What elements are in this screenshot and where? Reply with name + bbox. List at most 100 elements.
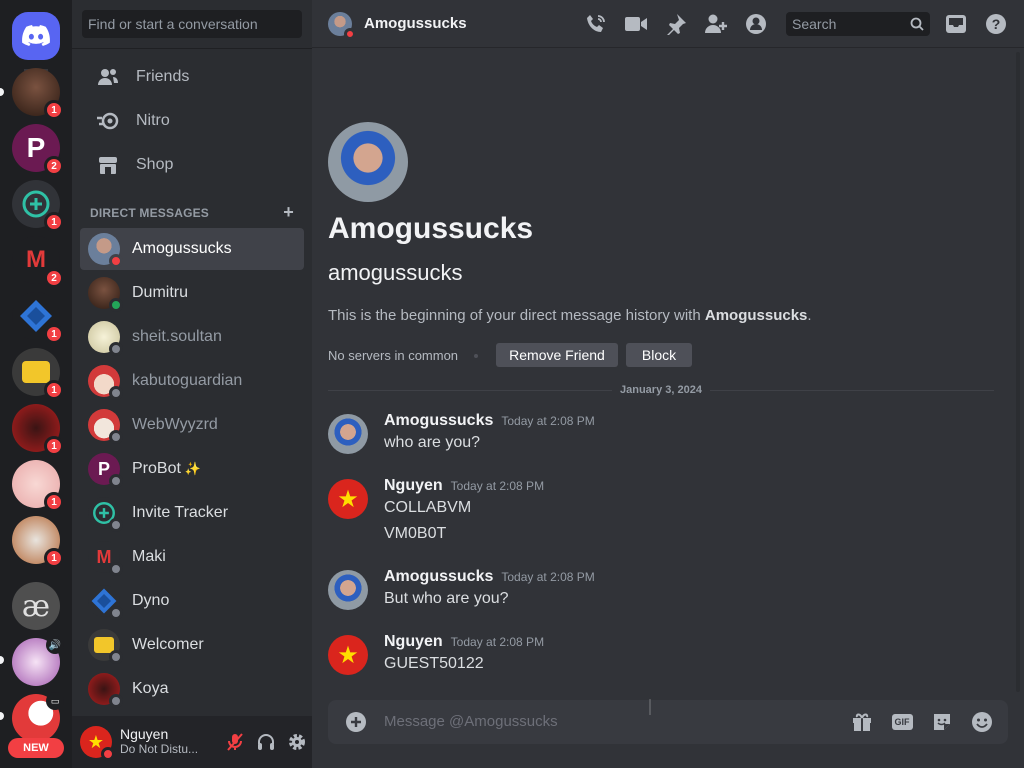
nav-shop[interactable]: Shop [80, 144, 304, 186]
server-1-button[interactable]: 1 [12, 68, 64, 120]
nitro-icon [92, 105, 124, 137]
server-rail: 1 P2 1 M2 1 1 1 1 1 æ 🔊 ▭ NEW [0, 0, 72, 768]
mute-mic-button[interactable] [220, 726, 251, 758]
server-ae-button[interactable]: æ [12, 582, 60, 630]
avatar [88, 673, 123, 708]
pinned-messages-button[interactable] [664, 12, 688, 36]
remove-friend-button[interactable]: Remove Friend [496, 343, 618, 367]
user-profile-toggle[interactable] [744, 12, 768, 36]
message-composer: Message @Amogussucks GIF [328, 700, 1008, 744]
dm-item-kabutoguardian[interactable]: kabutoguardian [80, 360, 304, 402]
server-invite-tracker-button[interactable]: 1 [12, 180, 64, 232]
sticker-button[interactable] [930, 710, 954, 734]
server-dyno-button[interactable]: 1 [12, 292, 64, 344]
message-list[interactable]: Amogussucks amogussucks This is the begi… [312, 48, 1024, 700]
new-badge[interactable]: NEW [8, 738, 64, 758]
dm-item-maki[interactable]: M Maki [80, 536, 304, 578]
dm-item-invite-tracker[interactable]: Invite Tracker [80, 492, 304, 534]
message-avatar[interactable] [328, 414, 368, 454]
dm-name: kabutoguardian [132, 372, 243, 389]
dm-item-dumitru[interactable]: Dumitru [80, 272, 304, 314]
server-koya-button[interactable]: 1 [12, 404, 64, 456]
message: Amogussucks Today at 2:08 PM who are you? [328, 412, 988, 456]
message-input[interactable]: Message @Amogussucks [384, 713, 558, 730]
mention-badge: 1 [44, 436, 64, 456]
message: ★ Nguyen Today at 2:08 PM GUEST50122 [328, 633, 988, 677]
gif-button[interactable]: GIF [890, 710, 914, 734]
server-yin-button[interactable]: ▭ [12, 692, 64, 742]
mention-badge: 2 [44, 268, 64, 288]
intro-prefix: This is the beginning of your direct mes… [328, 307, 705, 324]
server-welcomer-button[interactable]: 1 [12, 348, 64, 400]
mention-badge: 1 [44, 380, 64, 400]
maki-logo-icon: M [26, 246, 46, 273]
mention-badge: 1 [44, 212, 64, 232]
message-avatar[interactable] [328, 570, 368, 610]
message-author[interactable]: Nguyen [384, 477, 443, 495]
server-anime-girl-button[interactable]: 1 [12, 460, 64, 512]
server-maki-button[interactable]: M2 [12, 236, 64, 288]
help-button[interactable]: ? [984, 12, 1008, 36]
upload-button[interactable] [344, 710, 368, 734]
profile-avatar [328, 122, 408, 202]
channel-header: Amogussucks Search ? [312, 0, 1024, 48]
inbox-button[interactable] [944, 12, 968, 36]
video-call-button[interactable] [624, 12, 648, 36]
dm-item-amogussucks[interactable]: Amogussucks [80, 228, 304, 270]
message-timestamp: Today at 2:08 PM [450, 479, 545, 493]
mention-badge: 1 [44, 100, 64, 120]
server-voice-button[interactable]: 🔊 [12, 636, 64, 686]
dm-item-sheit-soultan[interactable]: sheit.soultan [80, 316, 304, 358]
dm-name: sheit.soultan [132, 328, 222, 345]
message-author[interactable]: Amogussucks [384, 568, 493, 586]
user-avatar[interactable]: ★ [80, 726, 115, 761]
unread-pip [0, 656, 4, 664]
dm-name: Maki [132, 548, 166, 565]
header-title: Amogussucks [364, 15, 467, 32]
dm-item-webwyyzrd[interactable]: WebWyyzrd [80, 404, 304, 446]
text-cursor-icon [649, 699, 651, 715]
gift-button[interactable] [850, 710, 874, 734]
message-avatar[interactable]: ★ [328, 635, 368, 675]
search-input[interactable]: Search [786, 12, 930, 36]
add-friends-to-dm-button[interactable] [704, 12, 728, 36]
mention-badge: 2 [44, 156, 64, 176]
svg-text:?: ? [992, 16, 1001, 32]
welcomer-logo-icon [22, 361, 50, 383]
intro-name: Amogussucks [704, 307, 808, 324]
speaker-icon: 🔊 [46, 636, 64, 654]
sticker-icon [934, 714, 950, 730]
dm-name: Koya [132, 680, 169, 697]
dm-item-probot[interactable]: P ProBot ✨ [80, 448, 304, 490]
voice-call-button[interactable] [584, 12, 608, 36]
dm-intro-text: This is the beginning of your direct mes… [328, 307, 812, 324]
discord-logo-icon [22, 25, 50, 46]
create-dm-button[interactable]: + [283, 203, 294, 221]
dm-name: WebWyyzrd [132, 416, 218, 433]
server-cyber-button[interactable]: 1 [12, 516, 64, 568]
dm-item-welcomer[interactable]: Welcomer [80, 624, 304, 666]
message-author[interactable]: Nguyen [384, 633, 443, 651]
user-info[interactable]: Nguyen Do Not Distu... [120, 727, 220, 757]
find-conversation-input[interactable]: Find or start a conversation [82, 10, 302, 38]
dm-item-koya[interactable]: Koya [80, 668, 304, 710]
message-author[interactable]: Amogussucks [384, 412, 493, 430]
block-button[interactable]: Block [626, 343, 692, 367]
nav-nitro[interactable]: Nitro [80, 100, 304, 142]
user-settings-button[interactable] [281, 726, 312, 758]
offline-status-icon [109, 650, 123, 664]
gif-icon: GIF [891, 714, 913, 730]
dm-item-dyno[interactable]: Dyno [80, 580, 304, 622]
video-icon [625, 17, 647, 31]
message: ★ Nguyen Today at 2:08 PM COLLABVM VM0B0T [328, 477, 988, 547]
message-timestamp: Today at 2:08 PM [501, 570, 595, 584]
discord-home-button[interactable] [12, 12, 60, 60]
server-probot-button[interactable]: P2 [12, 124, 64, 176]
mutual-servers-text: No servers in common [328, 348, 459, 363]
nav-friends[interactable]: Friends [80, 56, 304, 98]
emoji-button[interactable] [970, 710, 994, 734]
message-avatar[interactable]: ★ [328, 479, 368, 519]
offline-status-icon [109, 694, 123, 708]
deafen-button[interactable] [251, 726, 282, 758]
scrollbar[interactable] [1016, 52, 1020, 692]
